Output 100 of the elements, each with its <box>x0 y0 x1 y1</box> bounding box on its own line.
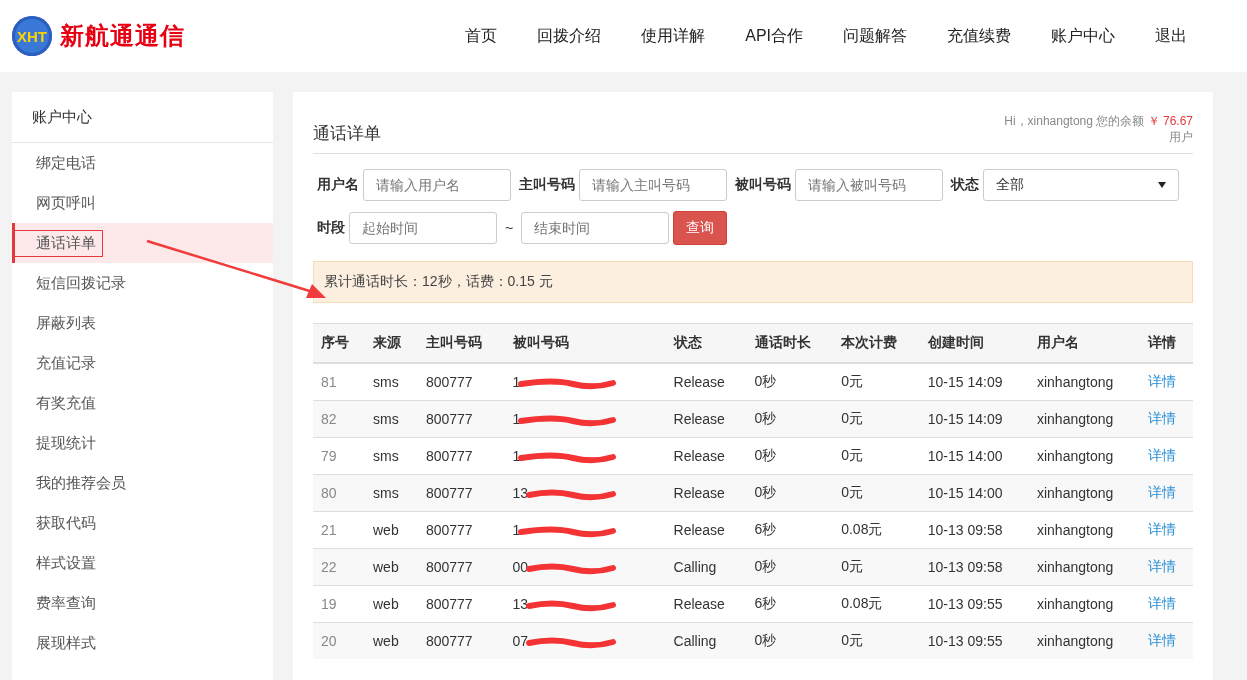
table-cell: 10-13 09:58 <box>927 522 1003 538</box>
column-header: 创建时间 <box>919 323 1029 363</box>
sidebar-item[interactable]: 展现样式 <box>12 623 273 663</box>
table-cell: 6秒 <box>754 595 777 611</box>
sidebar-item[interactable]: 充值记录 <box>12 343 273 383</box>
table-cell: sms <box>373 485 399 501</box>
table-cell: 800777 <box>425 448 473 464</box>
column-header: 来源 <box>365 323 418 363</box>
table-cell: 800777 <box>425 522 473 538</box>
table-cell: 10-13 09:55 <box>927 633 1003 649</box>
table-cell: Release <box>673 374 725 390</box>
detail-link[interactable]: 详情 <box>1148 447 1176 463</box>
table-cell: 800777 <box>425 633 473 649</box>
nav-link[interactable]: 使用详解 <box>621 25 726 47</box>
sidebar-item[interactable]: 我的推荐会员 <box>12 463 273 503</box>
table-cell: xinhangtong <box>1036 522 1114 538</box>
table-cell: web <box>373 596 399 612</box>
table-cell: xinhangtong <box>1036 448 1114 464</box>
table-cell: 79 <box>321 448 337 464</box>
column-header: 通话时长 <box>746 323 834 363</box>
sidebar-item[interactable]: 绑定电话 <box>12 143 273 183</box>
table-cell: Release <box>673 448 725 464</box>
table-cell: 80 <box>321 485 337 501</box>
table-cell: Release <box>673 596 725 612</box>
table-cell: xinhangtong <box>1036 374 1114 390</box>
column-header: 主叫号码 <box>417 323 505 363</box>
input-field[interactable]: 请输入用户名 <box>363 169 511 201</box>
table-cell: 19 <box>321 596 337 612</box>
table-cell: 82 <box>321 411 337 427</box>
table-cell: 1 <box>512 522 521 538</box>
input-field[interactable]: 起始时间 <box>349 212 497 244</box>
table-cell: 0.08元 <box>841 521 883 537</box>
table-cell: web <box>373 633 399 649</box>
table-cell: 81 <box>321 374 337 390</box>
table-cell: 800777 <box>425 559 473 575</box>
table-cell: 800777 <box>425 411 473 427</box>
table-cell: 22 <box>321 559 337 575</box>
column-header: 状态 <box>665 323 747 363</box>
table-cell: 10-15 14:00 <box>927 448 1003 464</box>
table-cell: 0元 <box>841 410 863 426</box>
sidebar-item[interactable]: 样式设置 <box>12 543 273 583</box>
table-cell: 800777 <box>425 596 473 612</box>
table-cell: Calling <box>673 633 717 649</box>
logo-mark: XHT <box>12 16 52 56</box>
nav-link[interactable]: 首页 <box>445 25 518 47</box>
table-cell: sms <box>373 374 399 390</box>
table-cell: xinhangtong <box>1036 485 1114 501</box>
status-select[interactable]: 全部 <box>983 169 1179 201</box>
sidebar-item[interactable]: 费率查询 <box>12 583 273 623</box>
table-cell: 0秒 <box>754 632 777 648</box>
detail-link[interactable]: 详情 <box>1148 521 1176 537</box>
table-cell: 0元 <box>841 373 863 389</box>
sidebar-item[interactable]: 通话详单 <box>12 223 273 263</box>
query-button[interactable]: 查询 <box>673 211 728 245</box>
table-cell: Calling <box>673 559 717 575</box>
table-cell: xinhangtong <box>1036 596 1114 612</box>
nav-link[interactable]: 问题解答 <box>823 25 927 47</box>
table-cell: 07 <box>512 633 529 649</box>
table-cell: 800777 <box>425 485 473 501</box>
input-field[interactable]: 结束时间 <box>521 212 670 244</box>
table-cell: 0元 <box>841 558 863 574</box>
column-header: 本次计费 <box>833 323 920 363</box>
table-cell: sms <box>373 448 399 464</box>
column-header: 被叫号码 <box>504 323 666 363</box>
nav-link[interactable]: 账户中心 <box>1031 25 1135 47</box>
table-cell: 10-15 14:09 <box>927 374 1003 390</box>
panel-title: 通话详单 <box>313 123 381 145</box>
sidebar-item[interactable]: 网页呼叫 <box>12 183 273 223</box>
sidebar-item[interactable]: 屏蔽列表 <box>12 303 273 343</box>
detail-link[interactable]: 详情 <box>1148 595 1176 611</box>
table-cell: 0秒 <box>754 410 777 426</box>
sidebar-item[interactable]: 短信回拨记录 <box>12 263 273 303</box>
table-cell: Release <box>673 411 725 427</box>
table-cell: 13 <box>512 596 529 612</box>
nav-link[interactable]: 退出 <box>1135 25 1207 47</box>
sidebar-item[interactable]: 有奖充值 <box>12 383 273 423</box>
input-field[interactable]: 请输入被叫号码 <box>795 169 943 201</box>
nav-link[interactable]: 充值续费 <box>927 25 1031 47</box>
input-field[interactable]: 请输入主叫号码 <box>579 169 727 201</box>
nav-link[interactable]: 回拨介绍 <box>517 25 622 47</box>
table-cell: 6秒 <box>754 521 777 537</box>
balance-text: Hi，xinhangtong 您的余额 ￥ 76.67 <box>1004 113 1193 129</box>
sidebar-item[interactable]: 提现统计 <box>12 423 273 463</box>
nav-link[interactable]: API合作 <box>725 25 823 47</box>
field-label: 时段 <box>317 219 345 237</box>
table-cell: 10-15 14:00 <box>927 485 1003 501</box>
summary-alert: 累计通话时长：12秒，话费：0.15 元 <box>313 261 1193 303</box>
table-cell: 0元 <box>841 632 863 648</box>
sidebar-item[interactable]: 获取代码 <box>12 503 273 543</box>
table-cell: 800777 <box>425 374 473 390</box>
table-cell: web <box>373 559 399 575</box>
detail-link[interactable]: 详情 <box>1148 373 1176 389</box>
table-cell: 0秒 <box>754 558 777 574</box>
role-text: 用户 <box>1169 129 1193 145</box>
field-label: 状态 <box>951 176 979 194</box>
column-header: 详情 <box>1140 323 1193 363</box>
logo-text: 新航通通信 <box>60 21 185 51</box>
range-separator: ~ <box>504 220 515 236</box>
field-label: 被叫号码 <box>735 176 791 194</box>
table-cell: 0秒 <box>754 484 777 500</box>
